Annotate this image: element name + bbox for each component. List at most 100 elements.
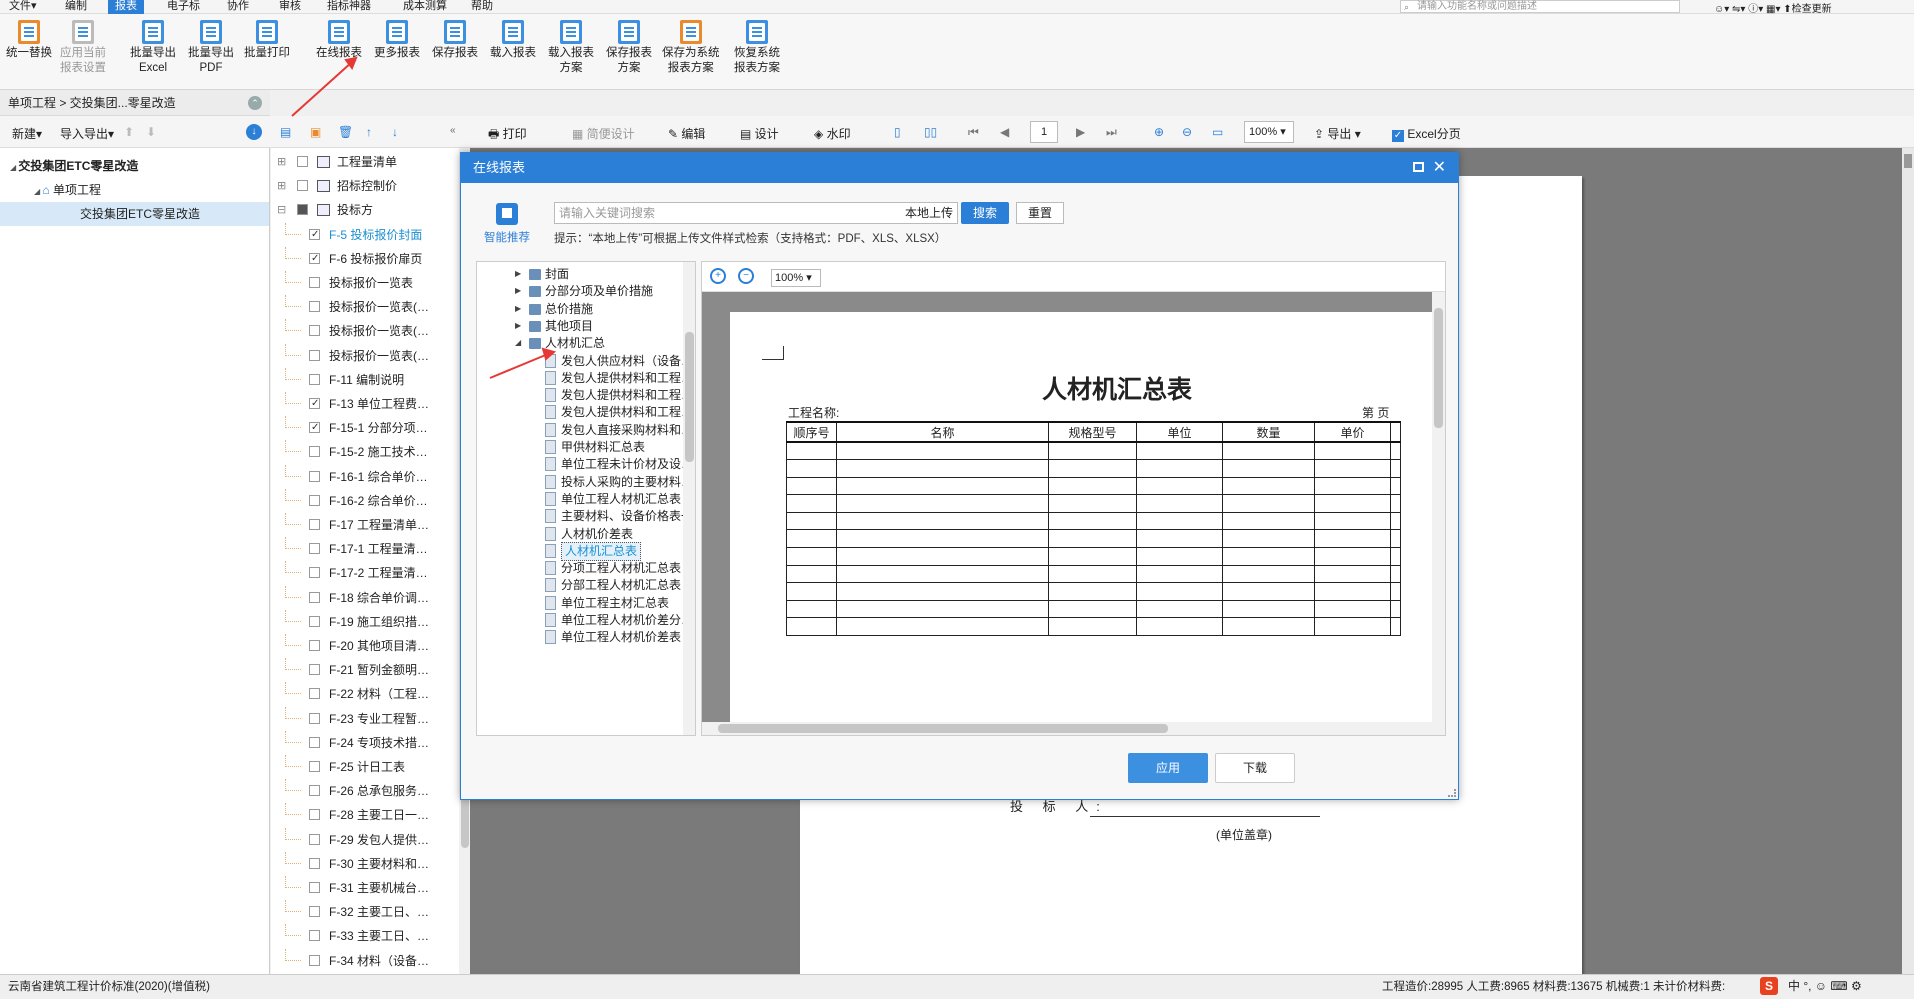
new-button[interactable]: 新建▾ [12, 125, 42, 142]
report-checkbox[interactable] [309, 761, 320, 772]
ribbon-button[interactable]: 保存为系统 报表方案 [662, 20, 720, 76]
ribbon-button[interactable]: 保存报表 方案 [606, 20, 652, 76]
report-list-item[interactable]: F-25 计日工表 [271, 755, 459, 779]
menu-item[interactable]: 成本测算 [396, 0, 454, 14]
report-list-item[interactable]: F-33 主要工日、… [271, 924, 459, 948]
report-checkbox[interactable] [309, 519, 320, 530]
report-list-item[interactable]: F-26 总承包服务… [271, 779, 459, 803]
report-checkbox[interactable] [309, 494, 320, 506]
menu-item[interactable]: 电子标 [160, 0, 207, 14]
report-list-item[interactable]: 投标报价一览表(… [271, 319, 459, 343]
move-up-icon[interactable]: ⬆ [124, 125, 134, 139]
delete-icon[interactable]: 🗑 [338, 125, 353, 139]
report-list-item[interactable]: 投标报价一览表(… [271, 343, 459, 368]
watermark-button[interactable]: ◈ 水印 [814, 125, 851, 142]
design-button[interactable]: ▤ 设计 [740, 125, 779, 142]
ribbon-button[interactable]: 批量导出 PDF [188, 20, 234, 76]
menu-item[interactable]: 报表 [108, 0, 144, 14]
report-checkbox[interactable] [309, 543, 320, 555]
report-list-item[interactable]: F-18 综合单价调… [271, 585, 459, 610]
report-list-item[interactable]: F-31 主要机械台… [271, 876, 459, 900]
menu-item[interactable]: 指标神器 [320, 0, 378, 14]
collapse-up-icon[interactable]: ⌃ [248, 96, 262, 110]
scroll-thumb[interactable] [685, 332, 694, 462]
report-checkbox[interactable] [309, 954, 320, 966]
report-checkbox[interactable] [309, 349, 320, 361]
ribbon-button[interactable]: 更多报表 [374, 20, 420, 61]
report-checkbox[interactable] [309, 688, 320, 700]
keyword-search-input[interactable]: 请输入关键词搜索 [554, 202, 904, 224]
report-list-item[interactable]: ⊞ 工程量清单 [271, 150, 459, 174]
report-list-item[interactable]: F-17-1 工程量清… [271, 537, 459, 561]
ribbon-button[interactable]: 保存报表 [432, 20, 478, 61]
report-list-item[interactable]: F-6 投标报价扉页 [271, 246, 459, 271]
report-checkbox[interactable] [309, 930, 320, 942]
excel-paging-checkbox[interactable]: ✓ Excel分页 [1392, 125, 1461, 142]
next-page-icon[interactable]: ▶ [1076, 125, 1085, 139]
ribbon-button[interactable]: 在线报表 [316, 20, 362, 61]
report-checkbox[interactable] [309, 833, 320, 845]
smart-recommend-button[interactable]: 智能推荐 [479, 203, 535, 245]
report-list-item[interactable]: 投标报价一览表 [271, 271, 459, 295]
report-list-item[interactable]: F-28 主要工日一… [271, 803, 459, 827]
fit-page-icon[interactable]: ▭ [1212, 125, 1223, 139]
move-down-icon[interactable]: ⬇ [146, 125, 156, 139]
ribbon-button[interactable]: 批量导出 Excel [130, 20, 176, 76]
local-upload-button[interactable]: 本地上传 [901, 202, 959, 224]
report-checkbox[interactable] [309, 736, 320, 748]
arrow-down-icon[interactable]: ↓ [392, 125, 398, 139]
report-checkbox[interactable] [297, 180, 308, 192]
report-checkbox[interactable] [309, 470, 320, 482]
resize-grip-icon[interactable] [1448, 789, 1456, 797]
report-checkbox[interactable] [309, 809, 320, 821]
report-list-item[interactable]: F-17-2 工程量清… [271, 561, 459, 585]
ribbon-button[interactable]: 批量打印 [244, 20, 290, 61]
report-checkbox[interactable] [309, 785, 320, 797]
zoom-in-icon[interactable]: ⊕ [1154, 125, 1164, 139]
menu-item[interactable]: 编制 [58, 0, 94, 14]
zoom-select[interactable]: 100% ▾ [1244, 121, 1294, 143]
first-page-icon[interactable]: ⏮ [968, 125, 979, 140]
report-checkbox[interactable] [309, 416, 320, 440]
report-checkbox[interactable] [309, 857, 320, 869]
new-report-icon[interactable]: ▤ [280, 125, 291, 139]
scroll-thumb[interactable] [1904, 154, 1912, 168]
report-checkbox[interactable] [309, 247, 320, 271]
report-checkbox[interactable] [309, 882, 320, 893]
search-button[interactable]: 搜索 [961, 202, 1009, 224]
report-list-item[interactable]: F-13 单位工程费… [271, 392, 459, 416]
double-page-icon[interactable]: ▯▯ [924, 125, 937, 139]
report-list-item[interactable]: F-21 暂列金额明… [271, 658, 459, 682]
download-circle-icon[interactable]: ↓ [246, 124, 262, 140]
report-checkbox[interactable] [309, 373, 320, 385]
last-page-icon[interactable]: ⏭ [1106, 125, 1117, 140]
ribbon-button[interactable]: 统一替换 [6, 20, 52, 61]
report-list-item[interactable]: F-15-1 分部分项… [271, 416, 459, 440]
report-list-item[interactable]: F-22 材料（工程… [271, 682, 459, 706]
report-list-item[interactable]: F-16-1 综合单价… [271, 464, 459, 489]
import-export-button[interactable]: 导入导出▾ [60, 125, 114, 142]
export-button[interactable]: ⇪ 导出 ▾ [1314, 125, 1361, 142]
collapse-left-icon[interactable]: « [450, 125, 456, 136]
report-checkbox[interactable] [309, 906, 320, 918]
ribbon-button[interactable]: 载入报表 [490, 20, 536, 61]
template-vscroll[interactable] [1432, 292, 1445, 722]
expand-toggle-icon[interactable]: ⊞ [277, 150, 286, 174]
report-list-item[interactable]: F-17 工程量清单… [271, 513, 459, 537]
prev-page-icon[interactable]: ◀ [1000, 125, 1009, 139]
report-list-item[interactable]: ⊞ 招标控制价 [271, 174, 459, 198]
report-checkbox[interactable] [309, 664, 320, 676]
report-checkbox[interactable] [309, 325, 320, 337]
report-list-item[interactable]: F-24 专项技术措… [271, 730, 459, 755]
report-list-item[interactable]: F-32 主要工日、… [271, 900, 459, 924]
simple-design-button[interactable]: ▦ 简便设计 [572, 125, 635, 142]
ime-logo-icon[interactable]: S [1760, 977, 1778, 995]
project-tree-node[interactable]: 交投集团ETC零星改造 [0, 202, 269, 226]
report-checkbox[interactable] [309, 277, 320, 288]
report-checkbox[interactable] [309, 640, 320, 651]
zoom-out-icon[interactable]: − [738, 268, 754, 284]
close-icon[interactable]: ✕ [1433, 153, 1446, 183]
report-checkbox[interactable] [309, 591, 320, 603]
menu-item[interactable]: 文件▾ [2, 0, 44, 14]
ime-tools[interactable]: 中 °, ☺ ⌨ ⚙ [1788, 979, 1862, 993]
